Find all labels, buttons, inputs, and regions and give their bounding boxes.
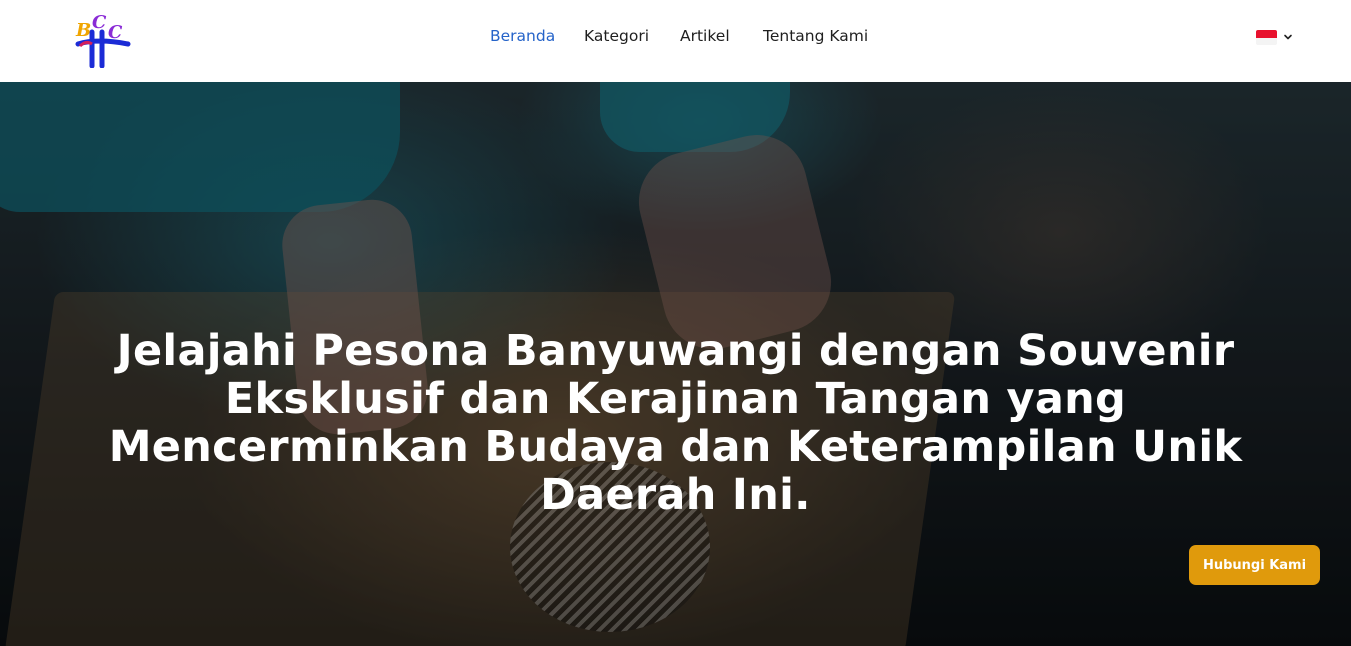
hero-section: Jelajahi Pesona Banyuwangi dengan Souven… (0, 82, 1351, 646)
nav-item-kategori[interactable]: Kategori (584, 27, 649, 45)
navbar: B C C Beranda Kategori Artikel Tentang K… (0, 0, 1351, 82)
language-selector[interactable] (1256, 29, 1296, 47)
contact-us-button[interactable]: Hubungi Kami (1189, 545, 1320, 585)
nav-item-artikel[interactable]: Artikel (680, 27, 730, 45)
main-nav: Beranda Kategori Artikel Tentang Kami (0, 27, 1351, 51)
nav-item-beranda[interactable]: Beranda (490, 27, 555, 45)
hero-title: Jelajahi Pesona Banyuwangi dengan Souven… (108, 326, 1243, 520)
indonesia-flag-icon (1256, 30, 1277, 45)
chevron-down-icon (1284, 34, 1292, 40)
nav-item-tentang-kami[interactable]: Tentang Kami (763, 27, 868, 45)
